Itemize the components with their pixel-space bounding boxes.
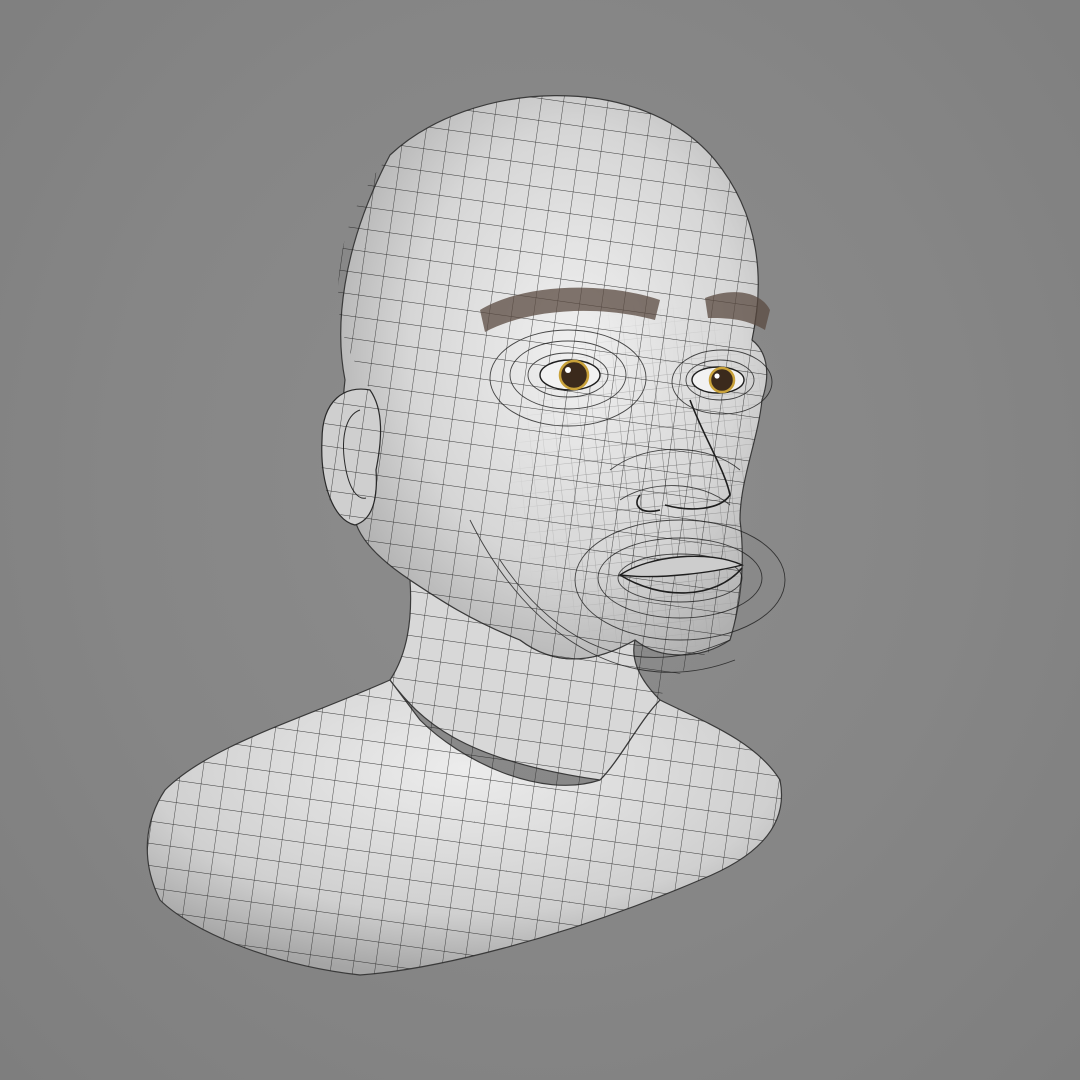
head-mesh-render (146, 95, 786, 976)
wireframe-overlay (147, 95, 782, 975)
right-eye (691, 366, 745, 394)
3d-viewport[interactable] (0, 0, 1080, 1080)
left-eye (539, 359, 601, 391)
